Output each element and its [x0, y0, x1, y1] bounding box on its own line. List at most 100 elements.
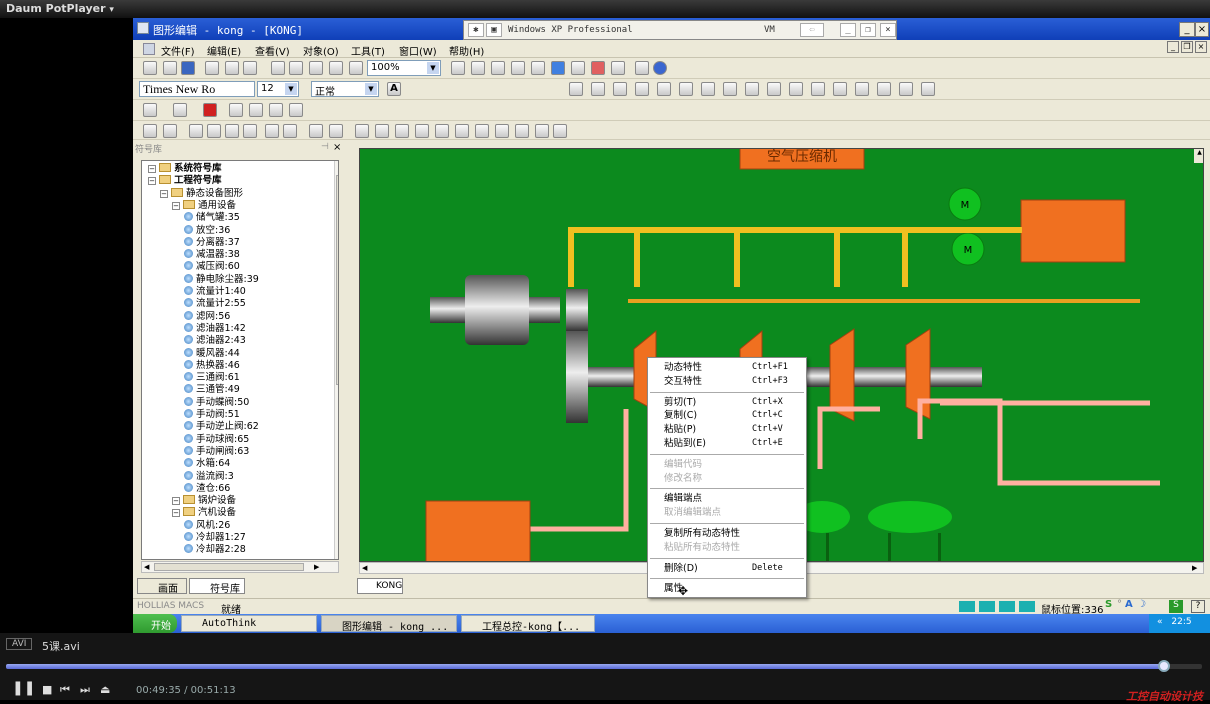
- tank-2[interactable]: [868, 501, 952, 533]
- ellipse-tool-icon[interactable]: [701, 82, 715, 96]
- tree-item[interactable]: 暖风器:44: [184, 347, 240, 360]
- tree-item[interactable]: 减温器:38: [184, 249, 240, 261]
- flywheel[interactable]: [566, 331, 588, 423]
- help-icon[interactable]: [653, 61, 667, 75]
- mdi-restore-button[interactable]: ❐: [1181, 41, 1193, 53]
- scrollbar-thumb[interactable]: [336, 175, 338, 385]
- yellow-pipe[interactable]: [568, 231, 574, 287]
- dash-style-icon[interactable]: [249, 103, 263, 117]
- tree-item[interactable]: 放空:36: [184, 224, 230, 237]
- arrow-end-icon[interactable]: [289, 103, 303, 117]
- bring-front-icon[interactable]: [225, 124, 239, 138]
- line-width-icon[interactable]: [229, 103, 243, 117]
- same-size-icon[interactable]: [475, 124, 489, 138]
- copy-icon[interactable]: [225, 61, 239, 75]
- line-style-icon[interactable]: [203, 103, 217, 117]
- pointer-icon[interactable]: [511, 61, 525, 75]
- wave-icon[interactable]: [591, 61, 605, 75]
- scroll-left-icon[interactable]: ◀: [362, 564, 367, 572]
- previous-icon[interactable]: ⏮: [60, 683, 70, 697]
- open-library-icon[interactable]: [143, 61, 157, 75]
- tree-item[interactable]: 风机:26: [184, 519, 230, 532]
- start-button[interactable]: 开始: [133, 614, 177, 633]
- tree-item[interactable]: 减压阀:60: [184, 261, 240, 273]
- same-height-icon[interactable]: [455, 124, 469, 138]
- send-back-icon[interactable]: [243, 124, 257, 138]
- align-icon[interactable]: [451, 61, 465, 75]
- align-center-icon[interactable]: [355, 124, 369, 138]
- polyline-tool-icon[interactable]: [613, 82, 627, 96]
- flip-icon[interactable]: [265, 124, 279, 138]
- align-right-icon[interactable]: [163, 124, 177, 138]
- menu-edit[interactable]: 编辑(E): [207, 43, 241, 58]
- tab-symbol-library[interactable]: 符号库: [189, 578, 245, 595]
- seek-handle[interactable]: [1157, 660, 1170, 672]
- context-menu-item[interactable]: 粘贴到(E): [664, 437, 706, 450]
- redo-icon[interactable]: [289, 61, 303, 75]
- group-icon[interactable]: [189, 124, 203, 138]
- pin-icon[interactable]: ✱: [468, 23, 484, 37]
- expand-toggle-icon[interactable]: −: [172, 509, 180, 518]
- task-autothink[interactable]: AutoThink: [181, 615, 317, 632]
- eject-icon[interactable]: ⏏: [100, 683, 110, 696]
- pause-icon[interactable]: ❚❚: [12, 680, 35, 696]
- tree-folder[interactable]: − 锅炉设备: [172, 495, 236, 507]
- cut-icon[interactable]: [205, 61, 219, 75]
- link-icon[interactable]: [531, 61, 545, 75]
- pencil-icon[interactable]: [491, 61, 505, 75]
- moon-icon[interactable]: ☽: [1137, 599, 1146, 610]
- context-menu-item[interactable]: 复制(C): [664, 409, 697, 422]
- tree-item[interactable]: 冷却器2:28: [184, 544, 246, 556]
- text-tool-icon[interactable]: [635, 82, 649, 96]
- tree-folder[interactable]: − 系统符号库: [148, 163, 222, 175]
- grid-icon[interactable]: [471, 61, 485, 75]
- vm-menu[interactable]: VM: [764, 25, 775, 35]
- mirror-icon[interactable]: [283, 124, 297, 138]
- menu-tools[interactable]: 工具(T): [351, 43, 385, 58]
- tree-folder[interactable]: − 汽机设备: [172, 507, 236, 519]
- rectangle-tool-icon[interactable]: [657, 82, 671, 96]
- tree-item[interactable]: 渣仓:66: [184, 482, 230, 495]
- zoom-out-icon[interactable]: [329, 61, 343, 75]
- zoom-in-icon[interactable]: [309, 61, 323, 75]
- next-icon[interactable]: ⏭: [80, 683, 90, 697]
- task-graphic-editor[interactable]: 图形编辑 - kong ...: [321, 615, 457, 633]
- trend-tool-icon[interactable]: [877, 82, 891, 96]
- scroll-down-icon[interactable]: ▼: [336, 547, 338, 557]
- arrow-start-icon[interactable]: [269, 103, 283, 117]
- paste-icon[interactable]: [243, 61, 257, 75]
- menu-window[interactable]: 窗口(W): [399, 43, 437, 58]
- image-tool-icon[interactable]: [745, 82, 759, 96]
- space-v-icon[interactable]: [515, 124, 529, 138]
- tree-item[interactable]: 手动逆止阀:62: [184, 421, 259, 433]
- tree-item[interactable]: 手动蝶阀:50: [184, 396, 249, 409]
- tab-screens[interactable]: 画面: [137, 578, 187, 595]
- scroll-up-icon[interactable]: ▲: [336, 162, 338, 172]
- distribute-h-icon[interactable]: [395, 124, 409, 138]
- tree-folder[interactable]: − 静态设备图形: [160, 187, 243, 200]
- context-menu-item[interactable]: 删除(D): [664, 562, 698, 575]
- tree-item[interactable]: 手动闸阀:63: [184, 445, 249, 458]
- context-menu-item[interactable]: 交互特性: [664, 375, 702, 388]
- yellow-pipe[interactable]: [734, 231, 740, 287]
- space-h-icon[interactable]: [495, 124, 509, 138]
- distribute-v-icon[interactable]: [415, 124, 429, 138]
- punctuation-icon[interactable]: °: [1117, 599, 1122, 610]
- context-menu-item[interactable]: 剪切(T): [664, 396, 696, 409]
- menu-object[interactable]: 对象(O): [303, 43, 339, 58]
- scroll-up-icon[interactable]: ▲: [1194, 149, 1203, 163]
- thermometer-tool-icon[interactable]: [899, 82, 913, 96]
- tree-item[interactable]: 储气罐:35: [184, 212, 240, 224]
- equipment-box-right[interactable]: [1020, 199, 1126, 263]
- expand-toggle-icon[interactable]: −: [160, 189, 168, 198]
- tree-item[interactable]: 分离器:37: [184, 236, 240, 249]
- save-icon[interactable]: [181, 61, 195, 75]
- tree-item[interactable]: 滤油器2:43: [184, 335, 246, 347]
- fill-color-icon[interactable]: [173, 103, 187, 117]
- font-size-select[interactable]: 12 ▼: [257, 81, 299, 97]
- scrollbar-thumb[interactable]: [154, 563, 304, 571]
- align-middle-icon[interactable]: [375, 124, 389, 138]
- tree-vertical-scrollbar[interactable]: ▲ ▼: [334, 161, 338, 559]
- tree-folder[interactable]: − 工程符号库: [148, 175, 222, 187]
- task-project-control[interactable]: 工程总控-kong【...: [461, 615, 595, 633]
